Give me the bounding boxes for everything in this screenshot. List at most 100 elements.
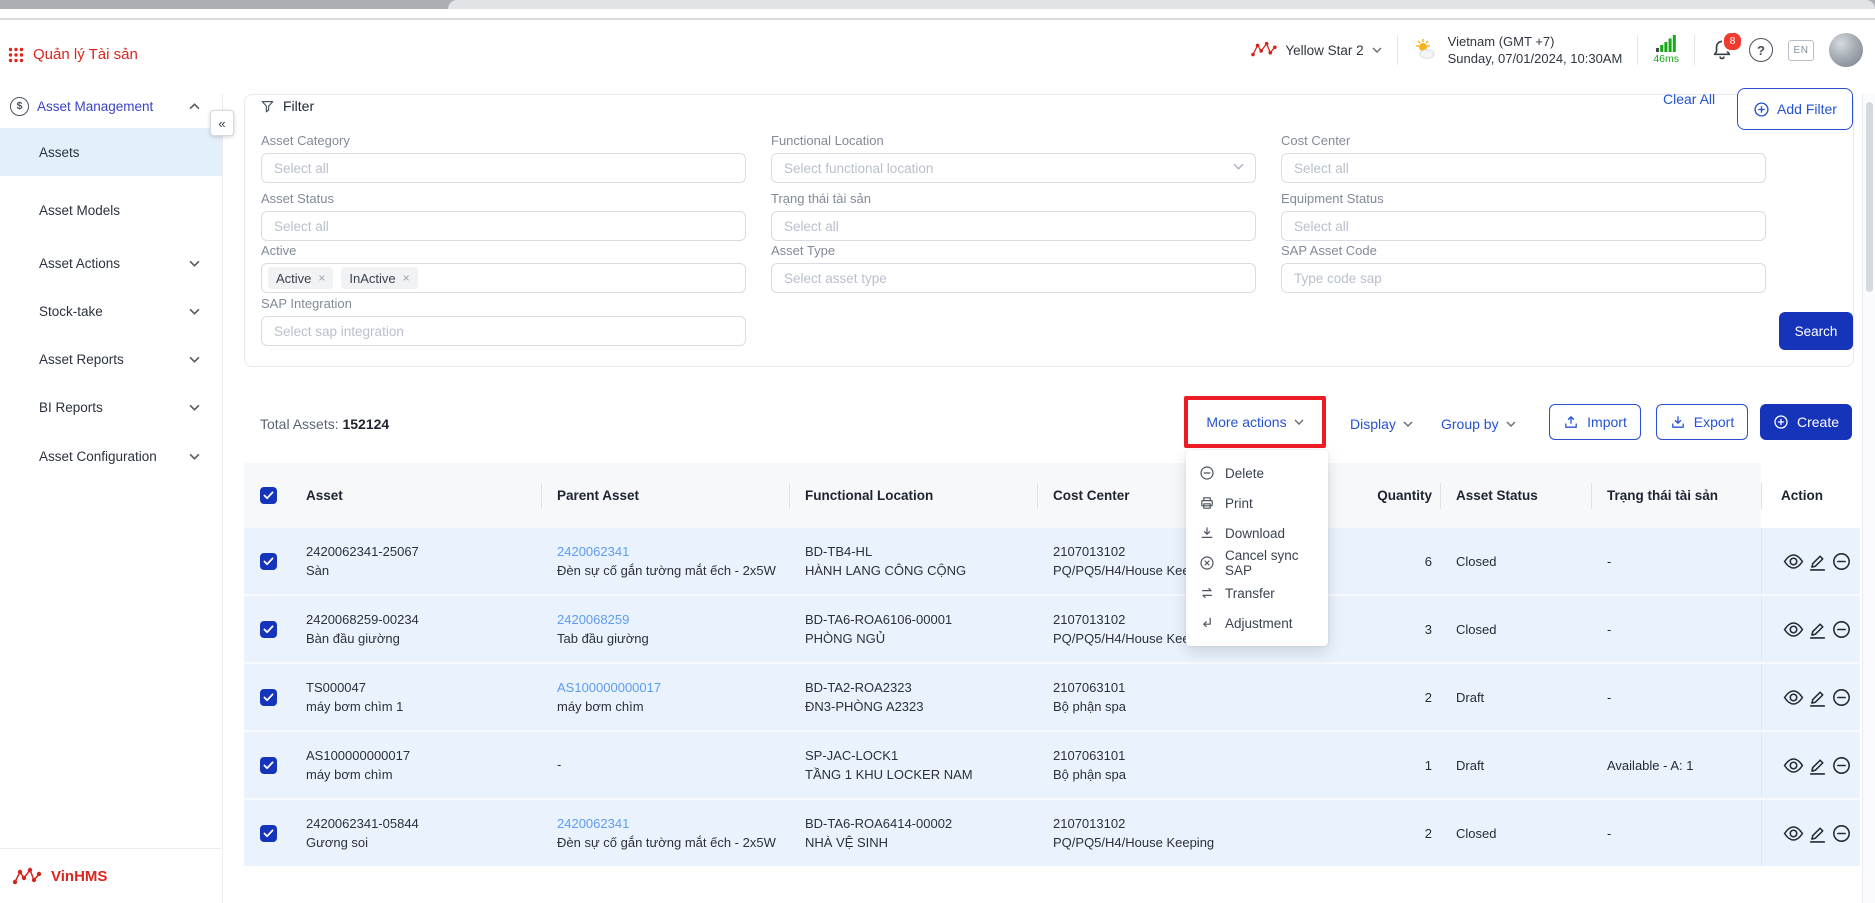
- adjustment-icon: [1199, 615, 1215, 631]
- clear-all-link[interactable]: Clear All: [1663, 91, 1715, 107]
- chevron-down-icon: [189, 308, 200, 315]
- filter-panel: Filter Clear All Add Filter Asset Catego…: [244, 94, 1854, 367]
- sidebar-item-assets[interactable]: Assets: [0, 128, 222, 176]
- sidebar-item-asset-reports[interactable]: Asset Reports: [0, 347, 222, 371]
- collapse-sidebar-button[interactable]: «: [210, 110, 234, 136]
- notification-badge: 8: [1722, 31, 1743, 52]
- cost-center-input[interactable]: [1281, 153, 1766, 183]
- deactivate-icon[interactable]: [1831, 823, 1852, 844]
- weather-datetime: Vietnam (GMT +7) Sunday, 07/01/2024, 10:…: [1413, 33, 1623, 67]
- vinhms-logo-icon: [12, 865, 42, 887]
- view-icon[interactable]: [1783, 551, 1804, 572]
- edit-icon[interactable]: [1807, 687, 1828, 708]
- sidebar-item-asset-configuration[interactable]: Asset Configuration: [0, 444, 222, 468]
- export-button[interactable]: Export: [1656, 404, 1748, 440]
- row-checkbox[interactable]: [260, 553, 277, 570]
- total-assets: Total Assets: 152124: [260, 416, 389, 432]
- deactivate-icon[interactable]: [1831, 551, 1852, 572]
- sidebar-item-asset-models[interactable]: Asset Models: [0, 198, 222, 222]
- help-button[interactable]: ?: [1749, 38, 1773, 62]
- edit-icon[interactable]: [1807, 755, 1828, 776]
- create-button[interactable]: Create: [1760, 404, 1852, 440]
- search-button[interactable]: Search: [1779, 312, 1853, 350]
- column-header-trang-thai: Trạng thái tài sản: [1591, 488, 1761, 503]
- equipment-status-input[interactable]: [1281, 211, 1766, 241]
- app-grid-icon[interactable]: [8, 47, 24, 63]
- language-selector[interactable]: EN: [1788, 40, 1814, 61]
- menu-item-transfer[interactable]: Transfer: [1186, 578, 1328, 608]
- sidebar-item-bi-reports[interactable]: BI Reports: [0, 395, 222, 419]
- x-circle-icon: [1199, 555, 1215, 571]
- deactivate-icon[interactable]: [1831, 755, 1852, 776]
- asset-status-label: Asset Status: [261, 191, 334, 206]
- row-checkbox[interactable]: [260, 757, 277, 774]
- import-button[interactable]: Import: [1549, 404, 1641, 440]
- quantity-cell: 1: [1340, 732, 1440, 798]
- edit-icon[interactable]: [1807, 551, 1828, 572]
- display-button[interactable]: Display: [1350, 416, 1413, 432]
- functional-location-input[interactable]: [771, 153, 1256, 183]
- table-row: 2420062341-25067Sàn 2420062341Đèn sự cố …: [244, 528, 1860, 594]
- property-selector[interactable]: Yellow Star 2: [1249, 40, 1381, 60]
- more-actions-button[interactable]: More actions: [1206, 414, 1303, 430]
- row-checkbox[interactable]: [260, 689, 277, 706]
- menu-item-cancel-sync-sap[interactable]: Cancel sync SAP: [1186, 548, 1328, 578]
- edit-icon[interactable]: [1807, 619, 1828, 640]
- parent-asset-link[interactable]: 2420062341: [557, 815, 789, 832]
- asset-status-input[interactable]: [261, 211, 746, 241]
- minus-circle-icon: [1199, 465, 1215, 481]
- trang-thai-cell: -: [1591, 800, 1761, 866]
- more-actions-menu: Delete Print Download Cancel sync SAP Tr…: [1186, 450, 1328, 646]
- add-filter-button[interactable]: Add Filter: [1737, 88, 1853, 130]
- view-icon[interactable]: [1783, 755, 1804, 776]
- sidebar-section-asset-management[interactable]: $ Asset Management: [0, 94, 222, 118]
- chip-close-icon[interactable]: ×: [318, 271, 325, 285]
- asset-code: 2420062341-05844: [306, 815, 541, 832]
- chevron-down-icon: [189, 260, 200, 267]
- sidebar-item-asset-actions[interactable]: Asset Actions: [0, 251, 222, 275]
- printer-icon: [1199, 495, 1215, 511]
- view-icon[interactable]: [1783, 619, 1804, 640]
- browser-tab: [448, 0, 1875, 9]
- asset-type-input[interactable]: [771, 263, 1256, 293]
- row-checkbox[interactable]: [260, 825, 277, 842]
- select-all-checkbox[interactable]: [260, 487, 277, 504]
- quantity-cell: 2: [1340, 800, 1440, 866]
- row-checkbox[interactable]: [260, 621, 277, 638]
- active-input[interactable]: Active × InActive ×: [261, 263, 746, 293]
- parent-asset-link[interactable]: AS100000000017: [557, 679, 789, 696]
- table-row: AS100000000017máy bơm chìm - SP-JAC-LOCK…: [244, 730, 1860, 798]
- trang-thai-input[interactable]: [771, 211, 1256, 241]
- edit-icon[interactable]: [1807, 823, 1828, 844]
- inactive-chip: InActive ×: [341, 267, 417, 289]
- sidebar-item-stock-take[interactable]: Stock-take: [0, 299, 222, 323]
- menu-item-download[interactable]: Download: [1186, 518, 1328, 548]
- parent-asset-link[interactable]: 2420062341: [557, 543, 789, 560]
- sap-integration-input[interactable]: [261, 316, 746, 346]
- asset-category-input[interactable]: [261, 153, 746, 183]
- trang-thai-cell: -: [1591, 664, 1761, 730]
- plus-circle-icon: [1753, 101, 1770, 118]
- menu-item-print[interactable]: Print: [1186, 488, 1328, 518]
- menu-item-adjustment[interactable]: Adjustment: [1186, 608, 1328, 638]
- notifications-button[interactable]: 8: [1710, 38, 1734, 62]
- parent-asset-link[interactable]: 2420068259: [557, 611, 789, 628]
- chip-close-icon[interactable]: ×: [403, 271, 410, 285]
- view-icon[interactable]: [1783, 687, 1804, 708]
- chevron-up-icon: [189, 103, 200, 110]
- column-header-action: Action: [1761, 463, 1860, 528]
- user-avatar[interactable]: [1829, 33, 1863, 67]
- column-header-parent-asset: Parent Asset: [541, 488, 789, 503]
- trang-thai-cell: Available - A: 1: [1591, 732, 1761, 798]
- sap-asset-code-input[interactable]: [1281, 263, 1766, 293]
- sap-integration-label: SAP Integration: [261, 296, 352, 311]
- deactivate-icon[interactable]: [1831, 619, 1852, 640]
- region-label: Vietnam (GMT +7): [1448, 33, 1623, 50]
- asset-type-label: Asset Type: [771, 243, 835, 258]
- asset-code: 2420062341-25067: [306, 543, 541, 560]
- group-by-button[interactable]: Group by: [1441, 416, 1516, 432]
- menu-item-delete[interactable]: Delete: [1186, 458, 1328, 488]
- scrollbar-thumb[interactable]: [1866, 102, 1873, 292]
- view-icon[interactable]: [1783, 823, 1804, 844]
- deactivate-icon[interactable]: [1831, 687, 1852, 708]
